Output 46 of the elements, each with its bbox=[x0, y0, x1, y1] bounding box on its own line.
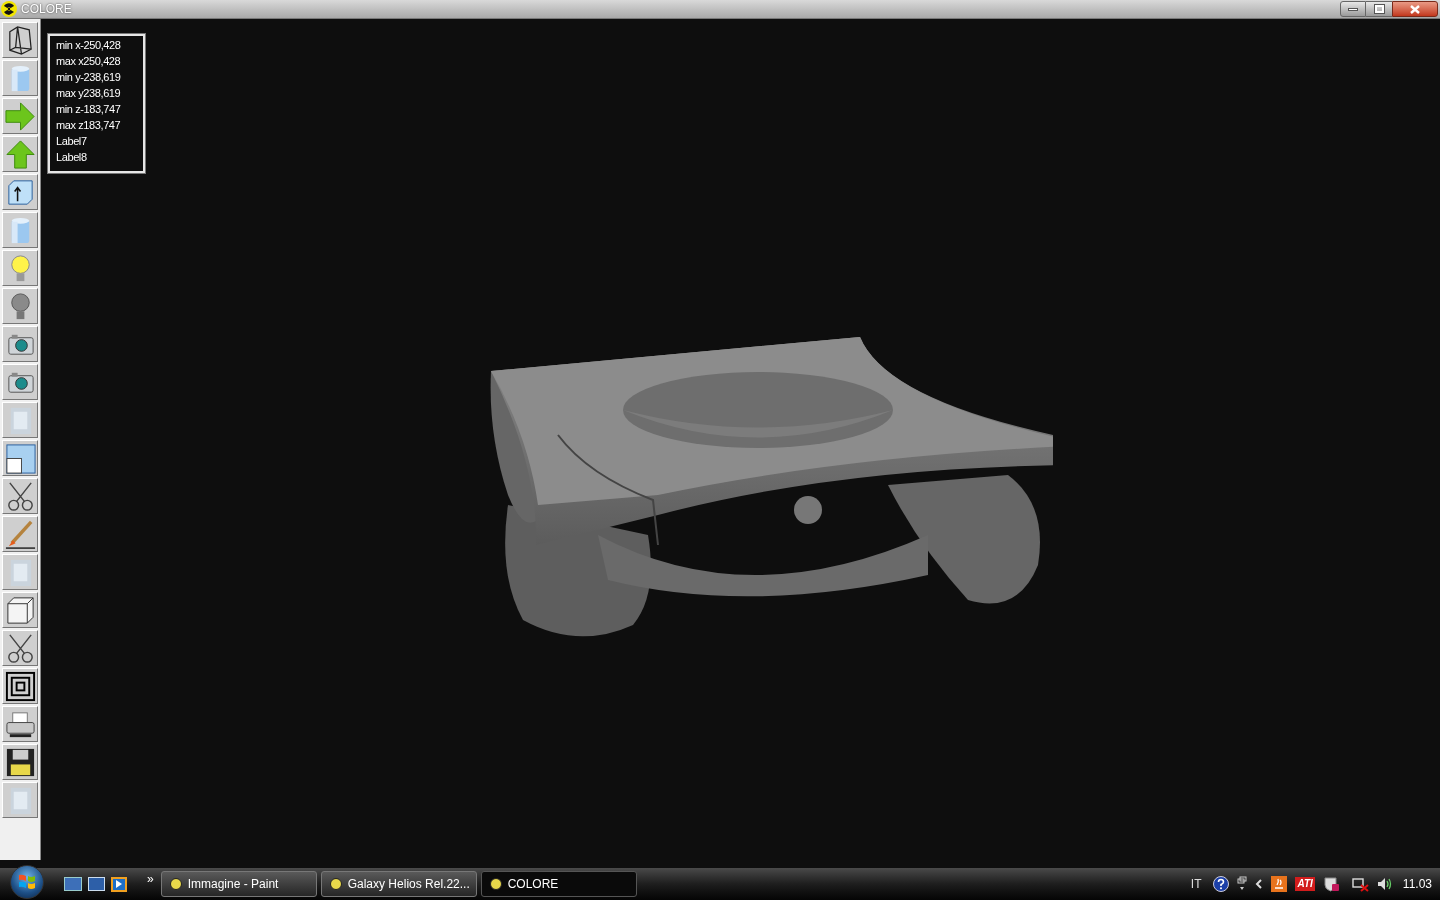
info-label: max z183,747 bbox=[56, 118, 122, 133]
squares-icon bbox=[3, 669, 37, 703]
app-icon bbox=[169, 878, 182, 890]
windows-logo-icon bbox=[18, 873, 36, 891]
info-label: min x-250,428 bbox=[56, 38, 122, 53]
taskbar-button[interactable]: Galaxy Helios Rel.22... bbox=[320, 871, 477, 897]
arrow-right-icon bbox=[3, 99, 37, 133]
info-label: min y-238,619 bbox=[56, 70, 122, 85]
radiation-icon bbox=[1, 1, 17, 17]
app-icon bbox=[489, 878, 502, 890]
minimize-button[interactable] bbox=[1340, 1, 1366, 17]
taskbar-button[interactable]: Immagine - Paint bbox=[160, 871, 317, 897]
info-label: max y238,619 bbox=[56, 86, 122, 101]
tray-logo[interactable]: ATI bbox=[1295, 877, 1315, 891]
chevron-left-icon[interactable] bbox=[1255, 879, 1264, 889]
shield-icon[interactable] bbox=[1322, 876, 1340, 892]
info-label: Label8 bbox=[56, 150, 88, 165]
start-button[interactable] bbox=[10, 865, 44, 899]
arrow-up-icon bbox=[3, 137, 37, 171]
speaker-icon[interactable] bbox=[1376, 876, 1393, 892]
taskbar-button[interactable]: COLORE bbox=[480, 871, 637, 897]
tool-button[interactable] bbox=[2, 22, 38, 58]
media-player-icon[interactable] bbox=[111, 876, 127, 892]
info-label: Label7 bbox=[56, 134, 88, 149]
tool-button[interactable] bbox=[2, 668, 38, 704]
tool-button[interactable] bbox=[2, 516, 38, 552]
tool-button[interactable] bbox=[2, 440, 38, 476]
tool-button[interactable] bbox=[2, 592, 38, 628]
clock[interactable]: 11.03 bbox=[1402, 875, 1432, 893]
tool-button[interactable] bbox=[2, 478, 38, 514]
window-title: COLORE bbox=[21, 1, 72, 18]
window-icon bbox=[3, 441, 37, 475]
tool-button[interactable] bbox=[2, 630, 38, 666]
network-error-icon[interactable] bbox=[1351, 876, 1369, 892]
help-icon[interactable] bbox=[1213, 876, 1230, 892]
info-label: max x250,428 bbox=[56, 54, 122, 69]
windows-arrow-icon[interactable] bbox=[1237, 876, 1248, 892]
close-button[interactable] bbox=[1392, 1, 1438, 17]
info-label: min z-183,747 bbox=[56, 102, 122, 117]
tool-button[interactable] bbox=[2, 744, 38, 780]
language-indicator[interactable]: IT bbox=[1190, 875, 1202, 893]
restore-button[interactable] bbox=[1366, 1, 1392, 17]
close-icon bbox=[1410, 4, 1420, 14]
tool-button[interactable] bbox=[2, 706, 38, 742]
app-icon bbox=[329, 878, 342, 890]
more-button[interactable]: » bbox=[147, 870, 154, 888]
